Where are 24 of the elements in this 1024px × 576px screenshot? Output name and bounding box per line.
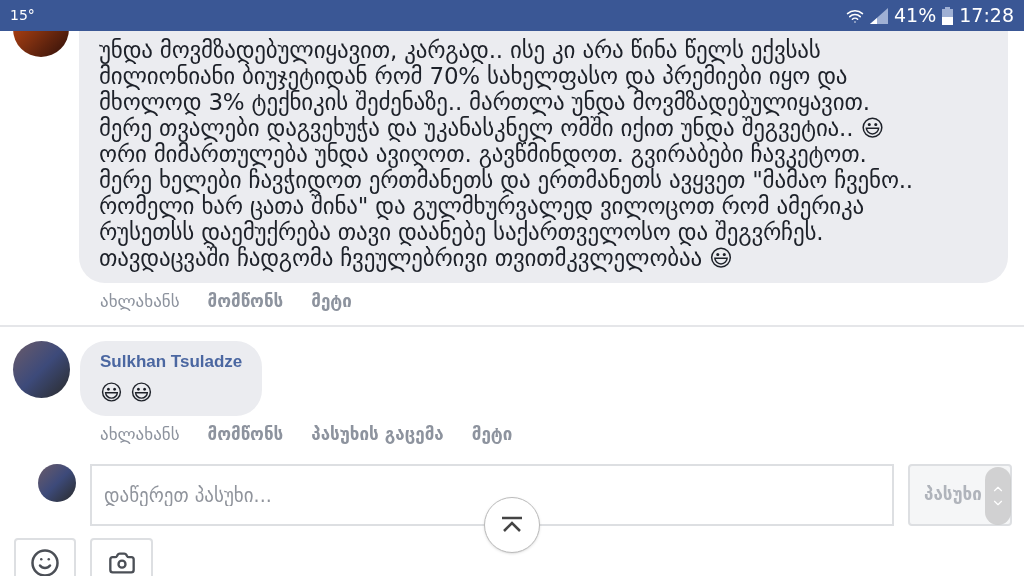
temperature: 15° xyxy=(10,6,35,25)
comment-action-link[interactable]: მომწონს xyxy=(207,289,284,315)
scroll-to-top-button[interactable] xyxy=(484,497,540,553)
scroll-handle[interactable] xyxy=(985,467,1011,525)
comment-action-link[interactable]: მეტი xyxy=(311,289,352,315)
scroll-top-icon xyxy=(500,516,524,534)
clock: 17:28 xyxy=(959,3,1014,29)
comment-action-link[interactable]: მეტი xyxy=(471,422,513,448)
camera-button[interactable] xyxy=(90,537,153,576)
signal-icon xyxy=(870,7,888,24)
battery-level: 41% xyxy=(894,3,937,29)
battery-icon xyxy=(942,6,954,25)
comment-text: 😃 😃 xyxy=(100,379,154,407)
comment-text: უნდა მოვმზადებულიყავით, კარგად.. ისე კი არა წინა წელს ექვსას მილიონიანი ბიუჯეტიდან რომ 70% სახელფასო და პრემიები იყო და მხოლოდ 3% ტექნიკის შეძენაზე.. მართლა უნდა მოვმზადებულიყავით. მერე თვალები დაგვეხუჭა და უკანასკნელ ომში იქით უნდა შეგვეტია.. 😃 ორი მიმართულება უნდა ავიღოთ. გავწმინდოთ. გვირაბები ჩავკეტოთ. მერე ხელები ჩავჭიდოთ ერთმანეთს და ერთმანეთს ავყვეთ "მამაო ჩვენო.. რომელი ხარ ცათა შინა" და გულმხურვალედ ვილოცოთ რომ ამერიკა რუსეთსს დაემუქრება თავი დაანებე საქართველოსო და შეგვრჩეს. თავდაცვაში ჩადგომა ჩვეულებრივი თვითმკვლელობაა 😃 xyxy=(99,37,914,271)
comment-action-link[interactable]: მომწონს xyxy=(207,422,284,448)
avatar xyxy=(38,463,76,502)
avatar xyxy=(13,340,70,398)
author-name[interactable]: Sulkhan Tsuladze xyxy=(100,348,243,374)
reply-input-field[interactable]: დაწერეთ პასუხი... xyxy=(90,463,894,526)
comment-action-link[interactable]: პასუხის გაცემა xyxy=(311,422,444,448)
timestamp: ახლახანს xyxy=(100,290,180,313)
timestamp: ახლახანს xyxy=(100,423,180,446)
smiley-icon xyxy=(30,547,60,576)
emoji-button[interactable] xyxy=(14,537,76,576)
